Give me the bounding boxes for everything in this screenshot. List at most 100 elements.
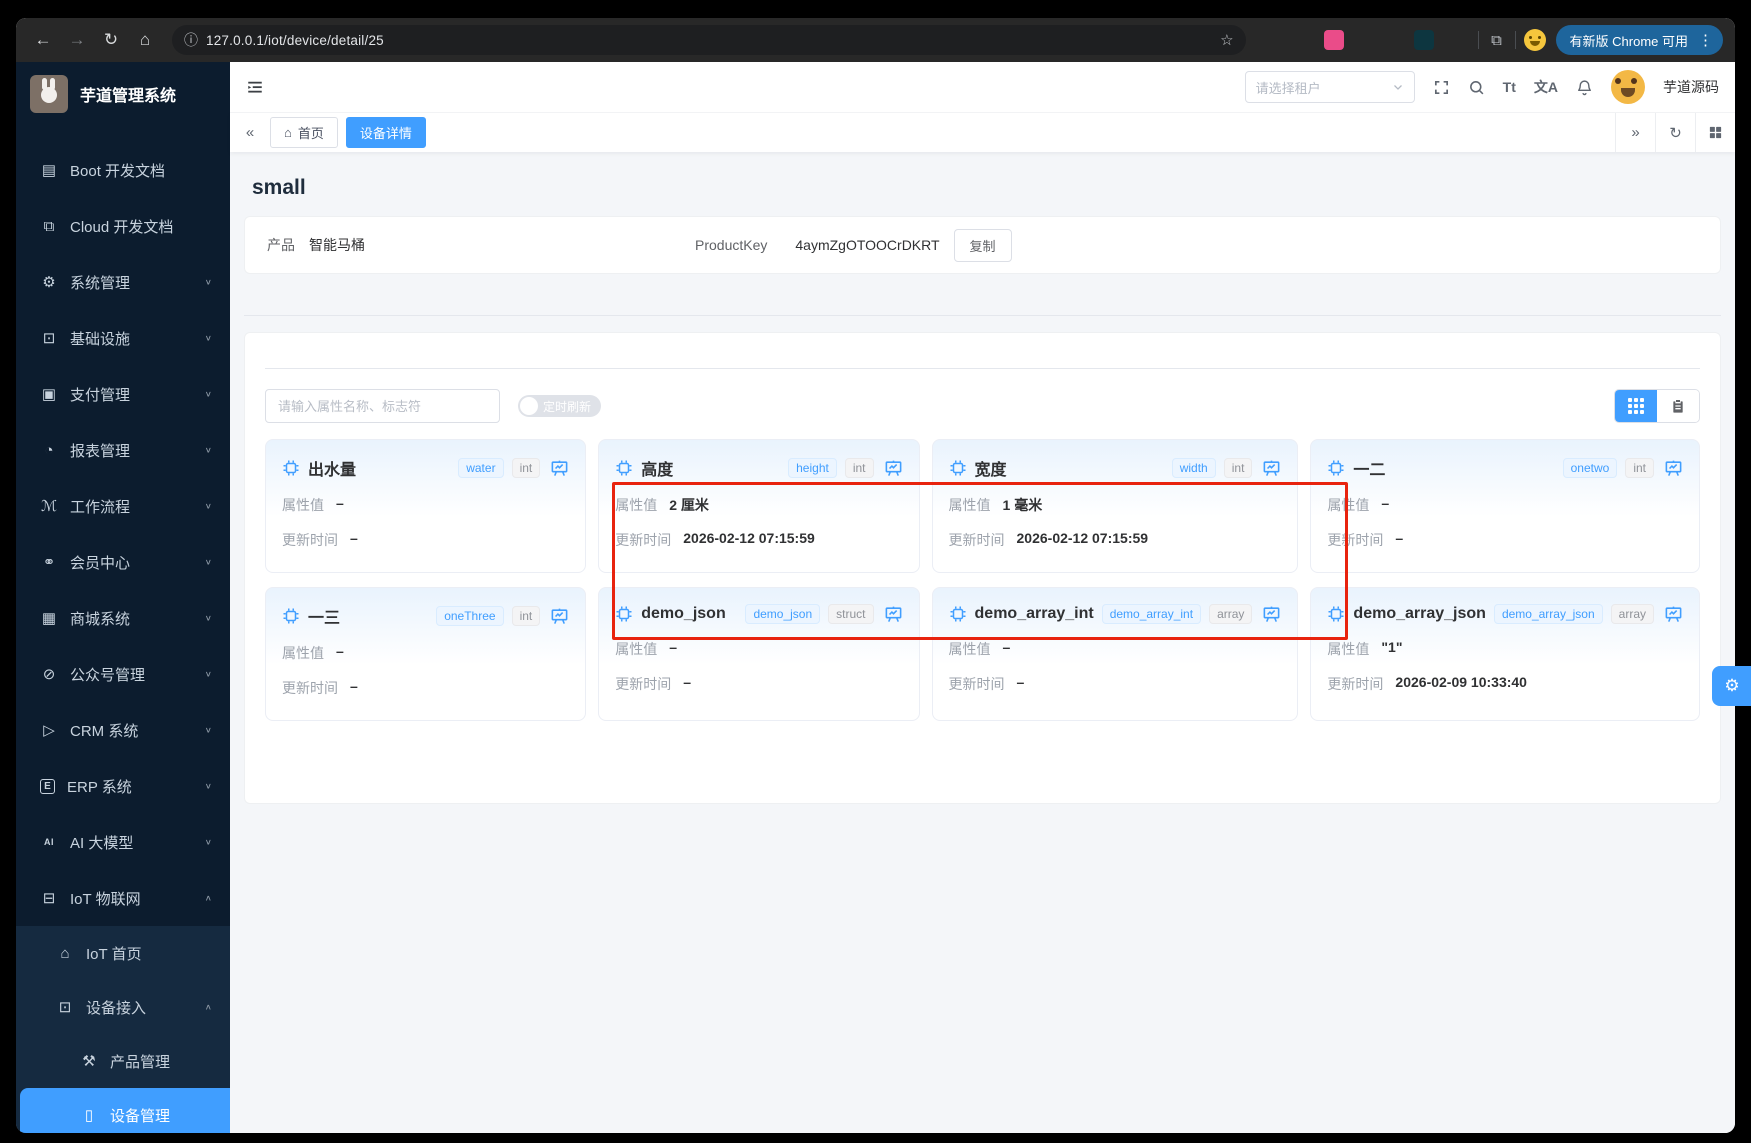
sidebar-item[interactable]: ⧉ Cloud 开发文档 (16, 198, 230, 254)
sidebar-item[interactable]: E ERP 系统 ∨ (16, 758, 230, 814)
history-chart-icon[interactable] (884, 459, 903, 478)
value-label: 属性值 (1327, 641, 1370, 657)
logo-image (30, 75, 68, 113)
browser-extension-icon[interactable] (1294, 30, 1314, 50)
scroll-tabs-right-icon[interactable]: » (1615, 113, 1655, 152)
sidebar-item-icon: E (40, 778, 55, 794)
chrome-update-label: 有新版 Chrome 可用 (1569, 33, 1688, 49)
property-name: 一二 (1353, 462, 1386, 479)
chip-icon (282, 607, 300, 625)
time-label: 更新时间 (1327, 532, 1384, 548)
sidebar-item[interactable]: ⚙ 系统管理 ∨ (16, 254, 230, 310)
extensions-row (1258, 30, 1470, 50)
chrome-update-button[interactable]: 有新版 Chrome 可用 ⋮ (1555, 25, 1723, 55)
sidebar-item[interactable]: ▦ 商城系统 ∨ (16, 590, 230, 646)
app-logo[interactable]: 芋道管理系统 (16, 62, 230, 126)
app-header: 请选择租户 Tt 文A 芋道源码 (230, 62, 1735, 112)
history-chart-icon[interactable] (1664, 459, 1683, 478)
sidebar-item-label: 工作流程 (70, 498, 131, 516)
breadcrumb-tab[interactable]: 设备详情 (345, 117, 426, 148)
translate-icon[interactable]: 文A (1534, 77, 1558, 97)
auto-refresh-toggle[interactable]: 定时刷新 (518, 395, 602, 417)
browser-forward-button[interactable]: → (62, 25, 92, 55)
url-text[interactable]: 127.0.0.1/iot/device/detail/25 (206, 33, 1212, 48)
property-identifier-tag: demo_array_int (1101, 604, 1202, 624)
site-info-icon[interactable]: ⓘ (184, 30, 198, 50)
chevron-down-icon (1393, 85, 1402, 90)
screenshot-tool-icon[interactable]: ⧉ (1487, 30, 1507, 50)
sidebar-item-icon: ▦ (41, 610, 57, 627)
filter-row: 定时刷新 (265, 389, 1700, 423)
scroll-tabs-left-icon[interactable]: « (230, 113, 270, 152)
property-name: demo_array_json (1353, 605, 1486, 622)
property-value: "1" (1381, 639, 1403, 655)
grid-view-button[interactable] (1615, 390, 1657, 422)
fullscreen-icon[interactable] (1433, 79, 1450, 96)
browser-extension-icon[interactable] (1384, 30, 1404, 50)
property-value: – (336, 495, 344, 511)
notification-bell-icon[interactable] (1576, 79, 1593, 96)
history-chart-icon[interactable] (1262, 605, 1281, 624)
history-chart-icon[interactable] (550, 607, 569, 626)
sidebar-item[interactable]: ▯ 设备管理 (20, 1088, 230, 1133)
tenant-select[interactable]: 请选择租户 (1244, 71, 1415, 103)
main-area: 请选择租户 Tt 文A 芋道源码 « ⌂ 首页 设备详情 » ↻ small 产… (230, 62, 1735, 1133)
breadcrumb-tab[interactable]: ⌂ 首页 (270, 117, 338, 148)
user-avatar[interactable] (1611, 70, 1645, 104)
history-chart-icon[interactable] (550, 459, 569, 478)
browser-menu-icon[interactable]: ⋮ (1694, 31, 1717, 49)
browser-home-button[interactable]: ⌂ (130, 25, 160, 55)
font-size-icon[interactable]: Tt (1503, 79, 1516, 95)
history-chart-icon[interactable] (1262, 459, 1281, 478)
sidebar-item[interactable]: ▤ Boot 开发文档 (16, 142, 230, 198)
sidebar-item[interactable]: ⚭ 会员中心 ∨ (16, 534, 230, 590)
property-value: – (1381, 495, 1390, 511)
sidebar-item-icon: ◔ (44, 441, 54, 459)
property-search-input[interactable] (265, 389, 500, 423)
sidebar-item[interactable]: ◔ 报表管理 ∨ (16, 422, 230, 478)
property-type-tag: array (1610, 604, 1654, 624)
browser-extension-icon[interactable] (1354, 30, 1374, 50)
browser-reload-button[interactable]: ↻ (96, 25, 126, 55)
property-value: 1 毫米 (1002, 497, 1043, 513)
product-name: 智能马桶 (309, 237, 365, 253)
sidebar-item[interactable]: ⊟ IoT 物联网 ∧ (16, 870, 230, 926)
property-identifier-tag: water (458, 458, 504, 478)
sidebar-item[interactable]: AI AI 大模型 ∨ (16, 814, 230, 870)
grid-view-icon (1628, 398, 1644, 414)
browser-extension-icon[interactable] (1323, 30, 1344, 50)
copy-button[interactable]: 复制 (953, 228, 1012, 262)
list-view-button[interactable] (1657, 390, 1699, 422)
property-type-tag: struct (828, 604, 874, 624)
sidebar-item[interactable]: ⊘ 公众号管理 ∨ (16, 646, 230, 702)
history-chart-icon[interactable] (884, 605, 903, 624)
property-update-time: – (683, 674, 692, 690)
address-bar[interactable]: ⓘ 127.0.0.1/iot/device/detail/25 ☆ (172, 25, 1246, 55)
chevron-icon: ∨ (204, 501, 212, 511)
sidebar-item[interactable]: ▣ 支付管理 ∨ (16, 366, 230, 422)
sidebar-item-label: 产品管理 (110, 1053, 171, 1071)
sidebar-item[interactable]: ⌂ IoT 首页 (16, 926, 230, 980)
sidebar-item[interactable]: ▷ CRM 系统 ∨ (16, 702, 230, 758)
sidebar-item[interactable]: ℳ 工作流程 ∨ (16, 478, 230, 534)
settings-float-button[interactable]: ⚙ (1712, 666, 1751, 706)
profile-avatar-icon[interactable] (1523, 29, 1546, 51)
bookmark-star-icon[interactable]: ☆ (1220, 31, 1233, 49)
history-chart-icon[interactable] (1664, 605, 1683, 624)
layout-grid-icon[interactable] (1695, 113, 1735, 152)
browser-extension-icon[interactable] (1444, 30, 1464, 50)
browser-extension-icon[interactable] (1413, 30, 1434, 50)
sidebar-item[interactable]: ⊡ 基础设施 ∨ (16, 310, 230, 366)
sidebar-item[interactable]: ⚒ 产品管理 (16, 1034, 230, 1088)
browser-back-button[interactable]: ← (28, 25, 58, 55)
toolbar-divider (1477, 31, 1479, 49)
sidebar-item-label: 报表管理 (70, 442, 131, 460)
sidebar-item-icon: ⚒ (82, 1053, 96, 1070)
value-label: 属性值 (615, 641, 658, 657)
collapse-sidebar-icon[interactable] (246, 78, 264, 96)
sidebar-item[interactable]: ⊡ 设备接入 ∧ (16, 980, 230, 1034)
search-icon[interactable] (1468, 79, 1485, 96)
refresh-tab-icon[interactable]: ↻ (1655, 113, 1695, 152)
chip-icon (615, 605, 633, 623)
browser-extension-icon[interactable] (1264, 30, 1284, 50)
